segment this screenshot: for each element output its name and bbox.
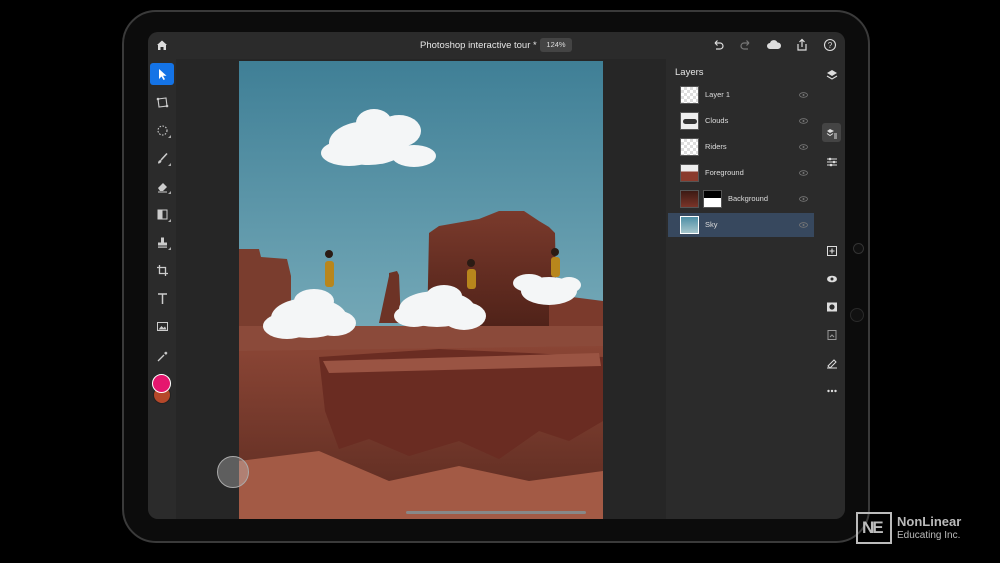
- eye-icon[interactable]: [799, 170, 808, 176]
- visibility-icon: [826, 275, 837, 282]
- clip-icon: [827, 329, 836, 340]
- layer-row-layer-1[interactable]: Layer 1: [668, 83, 814, 107]
- layer-row-background[interactable]: Background: [668, 187, 814, 211]
- stamp-icon: [157, 237, 167, 248]
- layer-name: Clouds: [705, 116, 729, 125]
- home-indicator: [406, 511, 586, 514]
- more-icon: [826, 389, 837, 392]
- touch-shortcut-button[interactable]: [217, 456, 249, 488]
- sensor-dot: [850, 308, 864, 322]
- layer-row-riders[interactable]: Riders: [668, 135, 814, 159]
- layer-thumbnail: [680, 190, 699, 208]
- help-icon[interactable]: ?: [823, 38, 837, 52]
- eye-icon[interactable]: [799, 222, 808, 228]
- nonlinear-logo: NE: [856, 512, 892, 544]
- eyedropper-tool[interactable]: [150, 345, 174, 367]
- brand-subtitle: Educating Inc.: [897, 530, 961, 541]
- layers-icon: [826, 69, 837, 80]
- image-icon: [156, 321, 168, 331]
- camera-dot: [853, 243, 864, 254]
- place-image-tool[interactable]: [150, 315, 174, 337]
- clone-stamp-tool[interactable]: [150, 231, 174, 253]
- transform-tool[interactable]: [150, 91, 174, 113]
- move-tool[interactable]: [150, 63, 174, 85]
- gradient-icon: [157, 209, 167, 219]
- brush-icon: [157, 152, 168, 163]
- layers-panel-title: Layers: [675, 67, 704, 78]
- fx-button[interactable]: [824, 355, 839, 370]
- layers-button[interactable]: [824, 67, 839, 82]
- layer-name: Background: [728, 194, 769, 203]
- eye-icon[interactable]: [799, 144, 808, 150]
- layer-name: Layer 1: [705, 90, 731, 99]
- top-bar: Photoshop interactive tour * 124% ?: [148, 32, 845, 59]
- add-layer-button[interactable]: [824, 243, 839, 258]
- zoom-level[interactable]: 124%: [540, 38, 572, 52]
- layer-row-foreground[interactable]: Foreground: [668, 161, 814, 185]
- eraser-tool[interactable]: [150, 175, 174, 197]
- more-button[interactable]: [824, 383, 839, 398]
- foreground-color-swatch[interactable]: [152, 374, 171, 393]
- eye-icon[interactable]: [799, 118, 808, 124]
- undo-icon[interactable]: [711, 38, 725, 52]
- tool-bar: [148, 59, 176, 519]
- home-icon[interactable]: [154, 37, 170, 53]
- mask-icon: [826, 302, 837, 311]
- gradient-tool[interactable]: [150, 203, 174, 225]
- add-layer-icon: [826, 245, 837, 256]
- lasso-selection-icon: [156, 124, 168, 136]
- layer-thumbnail: [680, 86, 699, 104]
- document-artwork[interactable]: [239, 61, 603, 519]
- layer-name: Riders: [705, 142, 727, 151]
- canvas-area[interactable]: [176, 59, 666, 519]
- layer-row-clouds[interactable]: Clouds: [668, 109, 814, 133]
- layer-thumbnail: [680, 216, 699, 234]
- layer-mask-thumbnail: [703, 190, 722, 208]
- logo-text: NE: [862, 518, 884, 537]
- brand-name: NonLinear: [897, 514, 962, 529]
- arrow-cursor-icon: [158, 68, 166, 80]
- layer-row-sky[interactable]: Sky: [668, 213, 814, 237]
- crop-tool[interactable]: [150, 259, 174, 281]
- app-screen: Photoshop interactive tour * 124% ? Laye…: [148, 32, 845, 519]
- layer-properties-button[interactable]: [822, 123, 841, 142]
- redo-icon[interactable]: [739, 38, 753, 52]
- brush-tool[interactable]: [150, 147, 174, 169]
- mask-button[interactable]: [824, 299, 839, 314]
- text-icon: [157, 292, 167, 304]
- cloud-icon[interactable]: [766, 38, 782, 52]
- layer-name: Sky: [705, 220, 718, 229]
- layer-thumbnail: [680, 138, 699, 156]
- eye-icon[interactable]: [799, 196, 808, 202]
- visibility-button[interactable]: [824, 271, 839, 286]
- adjustments-icon: [826, 157, 837, 166]
- eye-icon[interactable]: [799, 92, 808, 98]
- layer-thumbnail: [680, 164, 699, 182]
- layers-panel: Layers Layer 1 Clouds Riders Foreground …: [666, 59, 818, 519]
- layer-thumbnail: [680, 112, 699, 130]
- layer-properties-icon: [826, 128, 837, 138]
- svg-text:?: ?: [828, 41, 833, 50]
- adjustments-button[interactable]: [824, 154, 839, 169]
- fx-icon: [826, 358, 837, 369]
- right-icon-strip: [818, 59, 845, 519]
- crop-icon: [156, 264, 168, 276]
- document-title: Photoshop interactive tour *: [420, 40, 537, 51]
- eraser-icon: [157, 182, 167, 192]
- transform-icon: [156, 96, 168, 108]
- eyedropper-icon: [157, 351, 167, 361]
- share-icon[interactable]: [795, 38, 809, 52]
- monument-valley-composite-image: [239, 61, 603, 519]
- layer-name: Foreground: [705, 168, 744, 177]
- clip-button[interactable]: [824, 327, 839, 342]
- type-tool[interactable]: [150, 287, 174, 309]
- selection-tool[interactable]: [150, 119, 174, 141]
